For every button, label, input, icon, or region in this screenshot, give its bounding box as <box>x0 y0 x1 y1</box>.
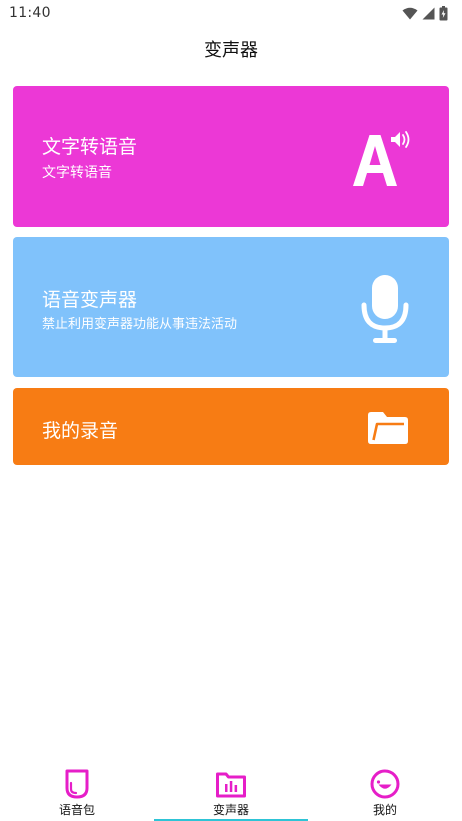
status-icons <box>402 5 448 21</box>
bottom-nav: 语音包 变声器 我的 <box>0 760 462 821</box>
tab-voice-changer[interactable]: 变声器 <box>154 760 308 821</box>
text-to-speech-card[interactable]: 文字转语音 文字转语音 <box>13 86 449 227</box>
card-title: 语音变声器 <box>42 289 138 311</box>
tab-profile[interactable]: 我的 <box>308 760 462 821</box>
card-subtitle: 禁止利用变声器功能从事违法活动 <box>42 317 238 332</box>
text-to-speech-icon <box>353 131 410 186</box>
status-bar: 11:40 <box>0 0 462 26</box>
microphone-icon <box>361 275 409 343</box>
tab-label: 语音包 <box>58 803 95 817</box>
voice-pack-icon <box>65 769 89 799</box>
folder-icon <box>368 412 408 444</box>
card-subtitle: 文字转语音 <box>42 165 112 181</box>
voice-changer-card[interactable]: 语音变声器 禁止利用变声器功能从事违法活动 <box>13 237 449 377</box>
card-title: 我的录音 <box>42 420 119 442</box>
my-recordings-card[interactable]: 我的录音 <box>13 388 449 465</box>
wifi-icon <box>402 7 418 19</box>
tab-label: 我的 <box>372 803 397 817</box>
card-title: 文字转语音 <box>42 136 138 158</box>
voice-changer-icon <box>216 772 246 798</box>
profile-icon <box>370 769 400 799</box>
tab-label: 变声器 <box>212 803 249 817</box>
tab-voice-pack[interactable]: 语音包 <box>0 760 154 821</box>
status-time: 11:40 <box>9 5 51 21</box>
battery-icon <box>439 5 448 20</box>
signal-icon <box>422 7 435 19</box>
page-title: 变声器 <box>204 40 258 61</box>
